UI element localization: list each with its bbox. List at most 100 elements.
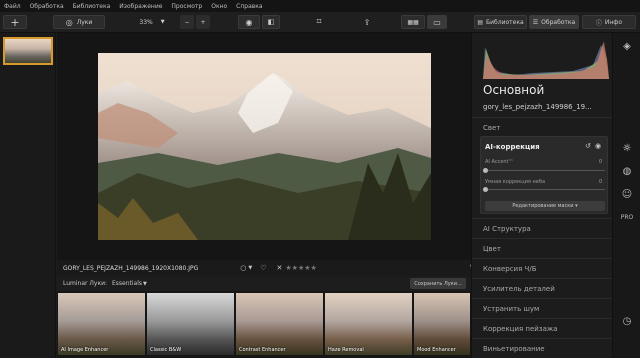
slider-thumb[interactable] [483,187,488,192]
look-preset[interactable]: AI Image Enhancer [58,293,145,355]
crop-button[interactable]: ⌗ [309,15,329,29]
panel-title: Основной [483,83,545,97]
menu-bar: Файл Обработка Библиотека Изображение Пр… [0,0,640,12]
tool-categories-bar: ◈ ☼ ◍ ☺ PRO ◷ [612,33,640,358]
face-icon[interactable]: ☺ [619,186,635,202]
toolbar: + ◎ Луки 33% ▼ − + ◉ ◧ ⌗ ⇪ ▦▦ ▭ ▤ Библио… [0,12,640,33]
tab-edit-label: Обработка [541,18,576,26]
tab-info-label: Инфо [604,18,623,26]
crop-icon: ⌗ [316,17,322,27]
look-label: Contrast Enhancer [239,347,286,353]
reset-icon[interactable]: ↺ [585,142,591,150]
share-icon: ⇪ [363,17,371,27]
grid-view-button[interactable]: ▦▦ [401,15,425,29]
menu-file[interactable]: Файл [4,3,21,10]
look-label: Classic B&W [150,347,182,353]
tab-info[interactable]: ⓘ Инфо [582,15,636,29]
section-details[interactable]: Усилитель деталей [472,278,613,298]
palette-icon[interactable]: ◍ [619,163,635,179]
menu-window[interactable]: Окно [211,3,227,10]
section-ai-structure[interactable]: AI Структура [472,218,613,238]
heart-icon[interactable]: ♡ [260,264,266,272]
section-label: Усилитель деталей [483,284,555,293]
look-label: Haze Removal [328,347,364,353]
layers-icon[interactable]: ◈ [619,38,635,54]
smart-sky-slider[interactable] [483,187,605,192]
adjustments-panel: Основной gory_les_pejzazh_149986_19... С… [471,33,613,358]
mask-edit-label: Редактирование маски ▾ [512,203,578,209]
looks-bar-label: Luminar Луки: [63,280,108,287]
look-preset[interactable]: Classic B&W [147,293,234,355]
chevron-down-icon[interactable]: ▼ [143,281,147,287]
ai-accent-value: 0 [599,159,603,165]
photo-thumbnail[interactable] [3,37,53,65]
section-bw[interactable]: Конверсия Ч/Б [472,258,613,278]
compare-button[interactable]: ◧ [262,15,280,29]
zoom-out-button[interactable]: − [180,15,194,29]
add-button[interactable]: + [3,15,27,29]
sliders-icon: ☰ [532,18,539,26]
panel-filename: gory_les_pejzazh_149986_19... [483,103,592,111]
history-icon[interactable]: ◷ [619,313,635,329]
flag-circle-icon[interactable]: ○ [240,264,246,272]
look-label: AI Image Enhancer [61,347,109,353]
file-name: GORY_LES_PEJZAZH_149986_1920X1080.JPG [63,264,199,272]
look-preset[interactable]: Contrast Enhancer [236,293,323,355]
slider-thumb[interactable] [483,168,488,173]
tab-edit[interactable]: ☰ Обработка [529,15,579,29]
section-vignette[interactable]: Виньетирование [472,338,613,358]
menu-help[interactable]: Справка [236,3,262,10]
section-light[interactable]: Свет [472,117,613,137]
section-color[interactable]: Цвет [472,238,613,258]
menu-edit[interactable]: Обработка [30,3,64,10]
smart-sky-label: Умная коррекция неба [485,179,546,185]
look-preset[interactable]: Mood Enhancer [414,293,470,355]
sun-icon[interactable]: ☼ [619,140,635,156]
menu-view[interactable]: Просмотр [171,3,202,10]
pro-icon[interactable]: PRO [619,209,635,225]
export-button[interactable]: ⇪ [357,15,377,29]
ai-accent-slider[interactable] [483,168,605,173]
section-label: Цвет [483,244,501,253]
zoom-value: 33% [139,18,153,26]
looks-label: Луки [76,18,93,26]
save-looks-button[interactable]: Сохранить Луки... [410,278,466,289]
single-view-button[interactable]: ▭ [427,15,447,29]
look-preset[interactable]: Haze Removal [325,293,412,355]
zoom-in-button[interactable]: + [196,15,210,29]
menu-library[interactable]: Библиотека [73,3,111,10]
section-label: Коррекция пейзажа [483,324,558,333]
tab-library-label: Библиотека [486,18,524,26]
tab-library[interactable]: ▤ Библиотека [474,15,527,29]
ai-accent-label: AI Accent™ [485,159,514,165]
single-view-icon: ▭ [433,17,441,27]
reject-icon[interactable]: ✕ [277,264,283,272]
save-looks-label: Сохранить Луки... [414,280,462,287]
eye-icon: ◉ [245,17,253,27]
look-label: Mood Enhancer [417,347,456,353]
grid-icon: ▦▦ [407,18,419,26]
eye-icon[interactable]: ◉ [595,142,601,150]
zoom-select[interactable]: 33% ▼ [127,15,177,29]
section-denoise[interactable]: Устранить шум [472,298,613,318]
section-label: Конверсия Ч/Б [483,264,537,273]
ai-correction-card: AI-коррекция ↺ ◉ AI Accent™ 0 Умная корр… [480,136,608,214]
image-info-bar: GORY_LES_PEJZAZH_149986_1920X1080.JPG ○ … [57,260,479,276]
menu-image[interactable]: Изображение [119,3,162,10]
chevron-down-icon[interactable]: ▼ [248,265,252,271]
looks-icon: ◎ [65,17,73,27]
compare-icon: ◧ [267,18,275,26]
info-icon: ⓘ [595,19,602,27]
looks-button[interactable]: ◎ Луки [53,15,105,29]
section-label: AI Структура [483,224,531,233]
chevron-down-icon: ▼ [160,19,165,25]
library-icon: ▤ [477,18,484,26]
filmstrip [0,33,56,358]
section-landscape[interactable]: Коррекция пейзажа [472,318,613,338]
minus-icon: − [184,18,190,26]
mask-edit-button[interactable]: Редактирование маски ▾ [485,201,605,211]
smart-sky-value: 0 [599,179,603,185]
looks-category-select[interactable]: Essentials [112,280,142,287]
star-rating[interactable]: ★★★★★ [285,264,316,272]
preview-button[interactable]: ◉ [238,15,260,29]
